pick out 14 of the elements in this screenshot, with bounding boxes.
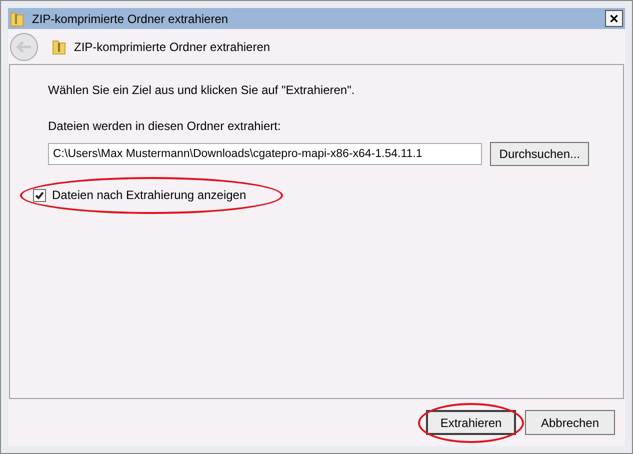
- close-button[interactable]: ✕: [605, 10, 623, 27]
- dialog-button[interactable]: Extrahieren: [426, 410, 516, 435]
- checkbox-label: Dateien nach Extrahierung anzeigen: [52, 187, 246, 204]
- dialog-button[interactable]: Abbrechen: [525, 410, 615, 435]
- back-arrow-icon: [16, 40, 32, 52]
- path-field[interactable]: C:\Users\Max Mustermann\Downloads\cgatepro-mapi-x86-x64-1.54.11.1: [48, 143, 482, 165]
- folder-icon: [10, 10, 24, 26]
- browse-button[interactable]: Durchsuchen...: [490, 142, 589, 166]
- path-label: Dateien werden in diesen Ordner extrahiert:: [48, 118, 282, 135]
- zip-folder-icon: [52, 38, 66, 54]
- header-title: ZIP-komprimierte Ordner extrahieren: [74, 38, 270, 56]
- window-title: ZIP-komprimierte Ordner extrahieren: [32, 10, 228, 28]
- instruction-text: Wählen Sie ein Ziel aus und klicken Sie auf "Extrahieren".: [48, 82, 356, 99]
- checkbox[interactable]: [33, 188, 46, 202]
